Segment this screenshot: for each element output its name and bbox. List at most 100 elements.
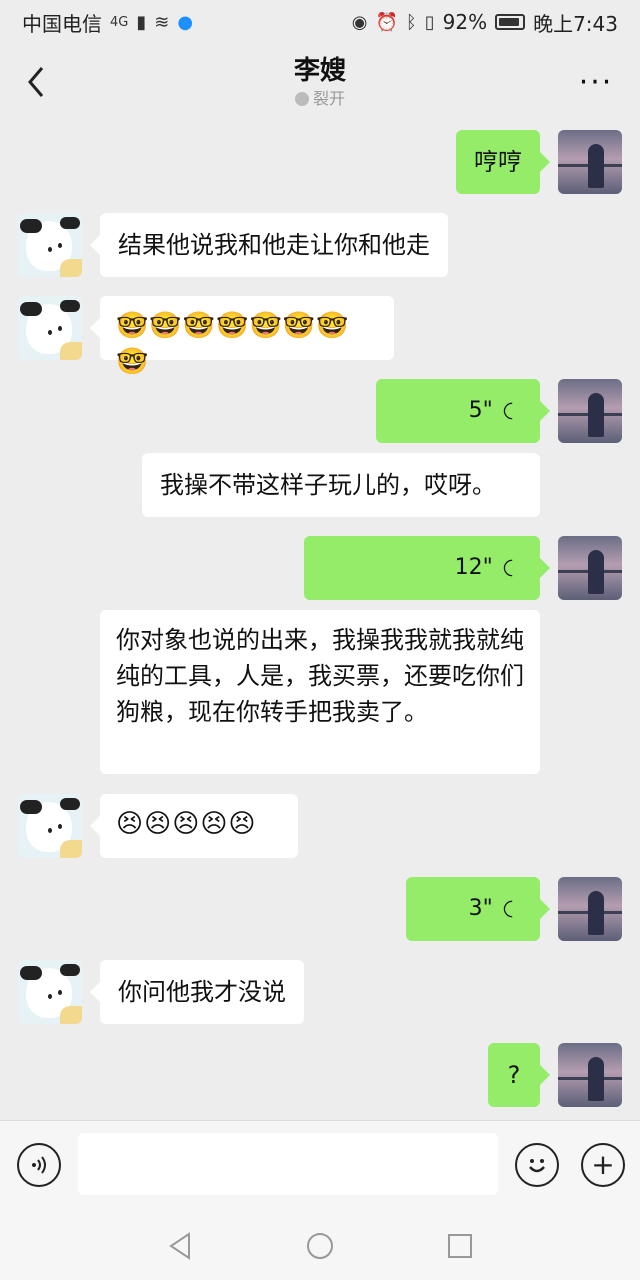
- message-bubble[interactable]: 😣😣😣😣😣: [90, 794, 298, 858]
- my-avatar[interactable]: [558, 130, 622, 194]
- eye-icon: ◉: [351, 11, 368, 33]
- system-nav-bar: [0, 1212, 640, 1280]
- voice-wave-icon: ◡: [500, 401, 526, 421]
- battery-percent: 92%: [442, 10, 488, 34]
- voice-message[interactable]: 5" ◡: [376, 379, 550, 443]
- chat-header: 李嫂 裂开 ···: [0, 44, 640, 120]
- nav-home-button[interactable]: [300, 1226, 340, 1266]
- avatar-ear: [60, 217, 80, 229]
- message-row: 你问他我才没说: [0, 960, 640, 1024]
- more-button[interactable]: ···: [574, 60, 618, 104]
- voice-duration: 5": [468, 398, 493, 423]
- voice-toggle-button[interactable]: [17, 1143, 61, 1187]
- chat-title: 李嫂: [293, 56, 346, 86]
- my-avatar[interactable]: [558, 379, 622, 443]
- emoji-button[interactable]: [515, 1143, 559, 1187]
- avatar-paw: [60, 259, 82, 277]
- bluetooth-icon: ᛒ: [405, 11, 417, 33]
- back-button[interactable]: [18, 60, 54, 104]
- chat-title-block: 李嫂 裂开: [294, 54, 346, 110]
- message-text: ?: [507, 1061, 521, 1089]
- message-row: ?: [0, 1043, 640, 1107]
- voice-icon: [32, 1156, 46, 1174]
- avatar-eye: [58, 243, 62, 248]
- clock: 晚上7:43: [533, 11, 618, 36]
- voice-duration: 3": [468, 896, 493, 921]
- voice-wave-icon: ◡: [500, 558, 526, 578]
- avatar-eye: [48, 994, 52, 999]
- avatar-ear: [60, 798, 80, 810]
- avatar-eye: [48, 247, 52, 252]
- avatar-ear: [60, 300, 80, 312]
- plus-icon: +: [591, 1148, 615, 1181]
- more-dots-icon: ···: [578, 64, 614, 100]
- avatar-ear: [20, 302, 42, 316]
- voice-message[interactable]: 3" ◡: [406, 877, 550, 941]
- emoji-icon: [529, 1159, 545, 1173]
- message-text: 我操不带这样子玩儿的，哎呀。: [160, 471, 496, 499]
- message-text: 你对象也说的出来，我操我我就我就纯纯的工具，人是，我买票，还要吃你们狗粮，现在你…: [116, 626, 524, 726]
- battery-fill: [499, 18, 519, 26]
- alarm-icon: ⏰: [375, 11, 398, 33]
- chat-status: 裂开: [294, 88, 346, 110]
- message-bubble[interactable]: ?: [488, 1043, 550, 1107]
- status-right: ◉ ⏰ ᛒ ▯ 92% 晚上7:43: [352, 8, 618, 37]
- circle-home-icon: [307, 1233, 333, 1259]
- message-text: 结果他说我和他走让你和他走: [118, 231, 430, 259]
- avatar-eye: [48, 330, 52, 335]
- status-icon: [294, 92, 309, 106]
- input-bar: +: [0, 1120, 640, 1212]
- message-row: 结果他说我和他走让你和他走: [0, 213, 640, 277]
- message-bubble[interactable]: 我操不带这样子玩儿的，哎呀。: [142, 453, 540, 517]
- avatar-ear: [60, 964, 80, 976]
- app-notification-icon: ●: [177, 11, 194, 33]
- chat-status-text: 裂开: [312, 89, 345, 108]
- avatar-paw: [60, 342, 82, 360]
- voice-wave-icon: ◡: [500, 899, 526, 919]
- emoji-text: 😣😣😣😣😣: [116, 809, 257, 839]
- message-row: 3" ◡: [0, 877, 640, 941]
- message-bubble[interactable]: 你问他我才没说: [90, 960, 304, 1024]
- status-bar: 中国电信 4G ▮ ≋ ● ◉ ⏰ ᛒ ▯ 92% 晚上7:43: [0, 0, 640, 44]
- plus-button[interactable]: +: [581, 1143, 625, 1187]
- avatar-ear: [20, 219, 42, 233]
- avatar-paw: [60, 840, 82, 858]
- signal-icon: 4G: [110, 14, 129, 30]
- message-row: 你对象也说的出来，我操我我就我就纯纯的工具，人是，我买票，还要吃你们狗粮，现在你…: [0, 610, 640, 774]
- my-avatar[interactable]: [558, 536, 622, 600]
- triangle-back-icon: [169, 1232, 190, 1260]
- signal-bars-icon: ▮: [136, 11, 147, 33]
- message-bubble[interactable]: 结果他说我和他走让你和他走: [90, 213, 448, 277]
- voice-duration: 12": [454, 555, 493, 580]
- battery-icon: [495, 14, 526, 30]
- message-bubble[interactable]: 🤓🤓🤓🤓🤓🤓🤓🤓: [90, 296, 394, 377]
- avatar-eye: [58, 326, 62, 331]
- avatar-ear: [20, 800, 42, 814]
- my-avatar[interactable]: [558, 1043, 622, 1107]
- avatar-ear: [20, 966, 42, 980]
- message-list[interactable]: 哼哼 结果他说我和他走让你和他走 🤓🤓🤓🤓🤓🤓🤓🤓 5" ◡ 我操不带这样子玩儿…: [0, 120, 640, 1120]
- status-left: 中国电信 4G ▮ ≋ ●: [22, 8, 193, 37]
- contact-avatar[interactable]: [18, 213, 82, 277]
- message-text: 哼哼: [474, 148, 522, 176]
- avatar-eye: [48, 828, 52, 833]
- carrier-label: 中国电信: [22, 11, 102, 36]
- message-row: 哼哼: [0, 130, 640, 194]
- chevron-left-icon: [28, 67, 44, 97]
- my-avatar[interactable]: [558, 877, 622, 941]
- voice-message[interactable]: 12" ◡: [304, 536, 550, 600]
- contact-avatar[interactable]: [18, 296, 82, 360]
- contact-avatar[interactable]: [18, 794, 82, 858]
- message-row: 5" ◡: [0, 379, 640, 443]
- message-row: 我操不带这样子玩儿的，哎呀。: [0, 453, 640, 517]
- wifi-icon: ≋: [154, 11, 170, 33]
- message-row: 12" ◡: [0, 536, 640, 600]
- avatar-eye: [58, 824, 62, 829]
- message-input[interactable]: [78, 1133, 498, 1195]
- message-bubble[interactable]: 你对象也说的出来，我操我我就我就纯纯的工具，人是，我买票，还要吃你们狗粮，现在你…: [100, 610, 540, 774]
- nav-recents-button[interactable]: [440, 1226, 480, 1266]
- message-text: 你问他我才没说: [118, 978, 286, 1006]
- contact-avatar[interactable]: [18, 960, 82, 1024]
- nav-back-button[interactable]: [160, 1226, 200, 1266]
- message-bubble[interactable]: 哼哼: [456, 130, 550, 194]
